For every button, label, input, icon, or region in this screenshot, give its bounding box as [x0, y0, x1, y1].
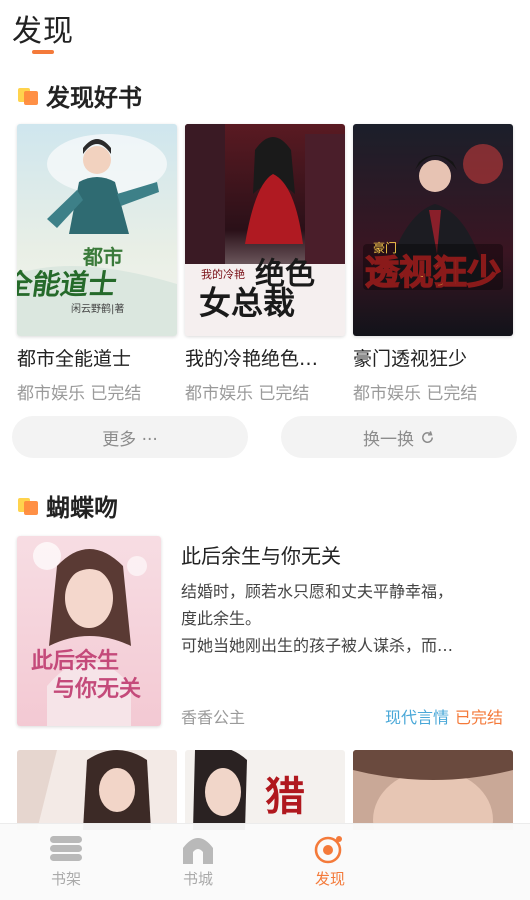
- book-cover[interactable]: 透视狂少 豪门: [353, 124, 513, 336]
- discover-icon: [314, 836, 342, 864]
- book-title[interactable]: 都市全能道士: [17, 344, 177, 371]
- featured-book-card[interactable]: 此后余生 与你无关 此后余生与你无关 结婚时，顾若水只愿和丈夫平静幸福， 度此余…: [17, 536, 517, 727]
- description-line: 度此余生。: [181, 609, 262, 628]
- section-header-discover-books: 发现好书: [18, 78, 142, 113]
- more-label: 更多 ···: [102, 429, 158, 450]
- book-cover[interactable]: [353, 750, 513, 830]
- title-underline: [32, 50, 54, 54]
- more-button[interactable]: 更多 ···: [12, 416, 248, 458]
- svg-text:透视狂少: 透视狂少: [365, 253, 501, 293]
- featured-book-title[interactable]: 此后余生与你无关: [181, 540, 341, 569]
- book-cover[interactable]: [17, 750, 177, 830]
- section-squares-icon: [18, 496, 40, 516]
- section-header-butterfly-kiss: 蝴蝶吻: [18, 488, 118, 523]
- swap-button[interactable]: 换一换: [281, 416, 517, 458]
- section-title: 蝴蝶吻: [46, 494, 118, 522]
- book-cover[interactable]: 绝色 女总裁 我的冷艳: [185, 124, 345, 336]
- refresh-icon: [422, 430, 433, 443]
- featured-book-status: 已完结: [455, 708, 504, 727]
- tab-discover[interactable]: 发现: [264, 824, 396, 900]
- svg-text:猎: 猎: [265, 773, 305, 820]
- book-cover[interactable]: 猎: [185, 750, 345, 830]
- featured-book-description: 结婚时，顾若水只愿和丈夫平静幸福， 度此余生。 可她当她刚出生的孩子被人谋杀，而…: [181, 578, 517, 659]
- bookstore-icon: [183, 838, 213, 864]
- book-card[interactable]: 都市 全能道士 闲云野鹤|著 都市全能道士 都市娱乐 已完结: [17, 124, 177, 404]
- svg-text:与你无关: 与你无关: [53, 676, 141, 702]
- swap-label: 换一换: [363, 429, 414, 450]
- svg-text:豪门: 豪门: [373, 240, 397, 255]
- book-row: 都市 全能道士 闲云野鹤|著 都市全能道士 都市娱乐 已完结 绝色 女总裁 我的…: [17, 124, 513, 404]
- svg-text:我的冷艳: 我的冷艳: [201, 267, 245, 281]
- more-books-row: 猎: [17, 750, 513, 830]
- tab-label: 书城: [182, 870, 213, 888]
- featured-book-category: 现代言情: [385, 708, 450, 727]
- book-meta: 都市娱乐 已完结: [353, 384, 478, 404]
- svg-text:此后余生: 此后余生: [31, 648, 119, 674]
- book-card[interactable]: 绝色 女总裁 我的冷艳 我的冷艳绝色… 都市娱乐 已完结: [185, 124, 345, 404]
- book-meta: 都市娱乐 已完结: [185, 384, 310, 404]
- svg-text:闲云野鹤|著: 闲云野鹤|著: [71, 302, 124, 315]
- tab-label: 书架: [50, 870, 81, 888]
- book-cover[interactable]: 都市 全能道士 闲云野鹤|著: [17, 124, 177, 336]
- bottom-tab-bar: 书架 书城 发现: [0, 823, 530, 900]
- book-title[interactable]: 豪门透视狂少: [353, 344, 513, 371]
- tab-bookstore[interactable]: 书城: [132, 824, 264, 900]
- book-card[interactable]: 透视狂少 豪门 豪门透视狂少 都市娱乐 已完结: [353, 124, 513, 404]
- bookshelf-icon: [50, 836, 82, 861]
- svg-text:都市: 都市: [82, 245, 123, 269]
- section-title: 发现好书: [46, 84, 142, 112]
- featured-book-author: 香香公主: [181, 708, 246, 727]
- book-meta: 都市娱乐 已完结: [17, 384, 142, 404]
- tab-label: 发现: [314, 870, 345, 888]
- svg-text:女总裁: 女总裁: [199, 284, 295, 322]
- description-line: 结婚时，顾若水只愿和丈夫平静幸福，: [181, 582, 454, 601]
- book-title[interactable]: 我的冷艳绝色…: [185, 344, 345, 371]
- svg-text:全能道士: 全能道士: [17, 268, 119, 301]
- page-title: 发现: [12, 14, 74, 49]
- tab-bookshelf[interactable]: 书架: [0, 824, 132, 900]
- description-line: 可她当她刚出生的孩子被人谋杀，而…: [181, 636, 454, 655]
- section-squares-icon: [18, 86, 40, 106]
- featured-book-cover[interactable]: 此后余生 与你无关: [17, 536, 161, 726]
